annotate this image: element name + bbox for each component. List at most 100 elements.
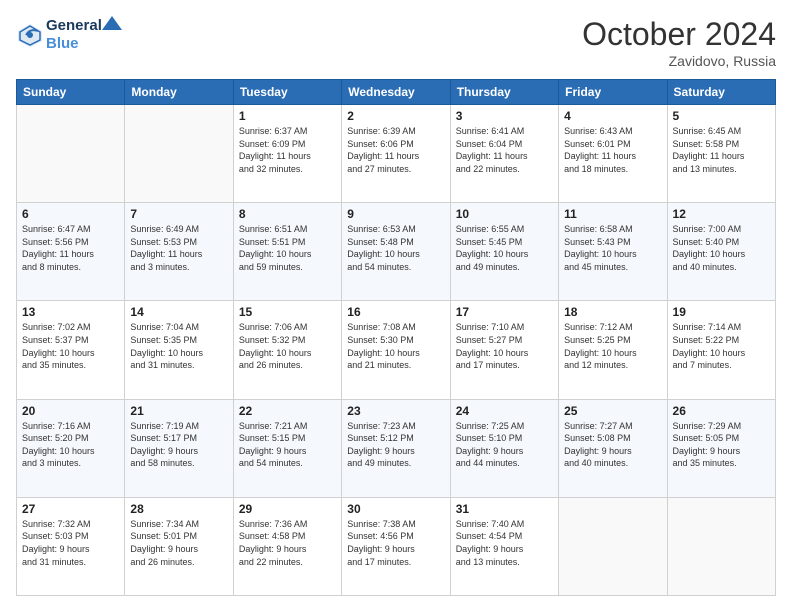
day-info: Sunrise: 6:53 AM Sunset: 5:48 PM Dayligh…: [347, 223, 444, 273]
calendar-cell: 14Sunrise: 7:04 AM Sunset: 5:35 PM Dayli…: [125, 301, 233, 399]
day-info: Sunrise: 6:41 AM Sunset: 6:04 PM Dayligh…: [456, 125, 553, 175]
header: GeneralBlue October 2024 Zavidovo, Russi…: [16, 16, 776, 69]
day-number: 21: [130, 404, 227, 418]
day-info: Sunrise: 6:55 AM Sunset: 5:45 PM Dayligh…: [456, 223, 553, 273]
calendar-cell: 28 Sunrise: 7:34 AM Sunset: 5:01 PM Dayli…: [125, 497, 233, 595]
day-number: 1: [239, 109, 336, 123]
day-number: 8: [239, 207, 336, 221]
calendar-week-row: 1 Sunrise: 6:37 AM Sunset: 6:09 PM Daylig…: [17, 105, 776, 203]
calendar-week-row: 13Sunrise: 7:02 AM Sunset: 5:37 PM Dayli…: [17, 301, 776, 399]
day-info: Sunrise: 7:12 AM Sunset: 5:25 PM Dayligh…: [564, 321, 661, 371]
calendar-cell: [559, 497, 667, 595]
day-number: 2: [347, 109, 444, 123]
calendar-cell: 20 Sunrise: 7:16 AM Sunset: 5:20 PM Dayli…: [17, 399, 125, 497]
day-info: Sunrise: 7:06 AM Sunset: 5:32 PM Dayligh…: [239, 321, 336, 371]
calendar-table: SundayMondayTuesdayWednesdayThursdayFrid…: [16, 79, 776, 596]
day-number: 5: [673, 109, 770, 123]
calendar-cell: 1 Sunrise: 6:37 AM Sunset: 6:09 PM Daylig…: [233, 105, 341, 203]
calendar-week-row: 20 Sunrise: 7:16 AM Sunset: 5:20 PM Dayli…: [17, 399, 776, 497]
day-number: 22: [239, 404, 336, 418]
calendar-cell: 18Sunrise: 7:12 AM Sunset: 5:25 PM Dayli…: [559, 301, 667, 399]
day-number: 7: [130, 207, 227, 221]
day-number: 9: [347, 207, 444, 221]
calendar-cell: 16Sunrise: 7:08 AM Sunset: 5:30 PM Dayli…: [342, 301, 450, 399]
calendar-cell: 24 Sunrise: 7:25 AM Sunset: 5:10 PM Dayli…: [450, 399, 558, 497]
day-info: Sunrise: 6:51 AM Sunset: 5:51 PM Dayligh…: [239, 223, 336, 273]
day-info: Sunrise: 7:16 AM Sunset: 5:20 PM Dayligh…: [22, 420, 119, 470]
day-info: Sunrise: 6:45 AM Sunset: 5:58 PM Dayligh…: [673, 125, 770, 175]
day-header-friday: Friday: [559, 80, 667, 105]
calendar-cell: 10 Sunrise: 6:55 AM Sunset: 5:45 PM Dayli…: [450, 203, 558, 301]
title-block: October 2024 Zavidovo, Russia: [582, 16, 776, 69]
day-info: Sunrise: 7:08 AM Sunset: 5:30 PM Dayligh…: [347, 321, 444, 371]
day-number: 10: [456, 207, 553, 221]
calendar-cell: 7 Sunrise: 6:49 AM Sunset: 5:53 PM Daylig…: [125, 203, 233, 301]
calendar-cell: 22 Sunrise: 7:21 AM Sunset: 5:15 PM Dayli…: [233, 399, 341, 497]
day-number: 27: [22, 502, 119, 516]
calendar-cell: 2Sunrise: 6:39 AM Sunset: 6:06 PM Daylig…: [342, 105, 450, 203]
calendar-cell: 19Sunrise: 7:14 AM Sunset: 5:22 PM Dayli…: [667, 301, 775, 399]
day-number: 24: [456, 404, 553, 418]
day-info: Sunrise: 7:00 AM Sunset: 5:40 PM Dayligh…: [673, 223, 770, 273]
day-header-sunday: Sunday: [17, 80, 125, 105]
day-number: 23: [347, 404, 444, 418]
day-number: 17: [456, 305, 553, 319]
calendar-cell: 3 Sunrise: 6:41 AM Sunset: 6:04 PM Daylig…: [450, 105, 558, 203]
day-info: Sunrise: 7:40 AM Sunset: 4:54 PM Dayligh…: [456, 518, 553, 568]
calendar-cell: 17 Sunrise: 7:10 AM Sunset: 5:27 PM Dayli…: [450, 301, 558, 399]
day-number: 13: [22, 305, 119, 319]
day-info: Sunrise: 7:23 AM Sunset: 5:12 PM Dayligh…: [347, 420, 444, 470]
day-info: Sunrise: 7:25 AM Sunset: 5:10 PM Dayligh…: [456, 420, 553, 470]
calendar-cell: 21Sunrise: 7:19 AM Sunset: 5:17 PM Dayli…: [125, 399, 233, 497]
day-number: 3: [456, 109, 553, 123]
logo-icon: [16, 21, 44, 49]
day-info: Sunrise: 7:34 AM Sunset: 5:01 PM Dayligh…: [130, 518, 227, 568]
day-number: 26: [673, 404, 770, 418]
day-header-saturday: Saturday: [667, 80, 775, 105]
day-number: 12: [673, 207, 770, 221]
calendar-cell: [667, 497, 775, 595]
day-number: 29: [239, 502, 336, 516]
day-header-tuesday: Tuesday: [233, 80, 341, 105]
day-number: 25: [564, 404, 661, 418]
day-info: Sunrise: 7:27 AM Sunset: 5:08 PM Dayligh…: [564, 420, 661, 470]
day-header-wednesday: Wednesday: [342, 80, 450, 105]
day-info: Sunrise: 6:49 AM Sunset: 5:53 PM Dayligh…: [130, 223, 227, 273]
month-title: October 2024: [582, 16, 776, 53]
day-header-thursday: Thursday: [450, 80, 558, 105]
calendar-week-row: 27 Sunrise: 7:32 AM Sunset: 5:03 PM Dayli…: [17, 497, 776, 595]
calendar-cell: 29Sunrise: 7:36 AM Sunset: 4:58 PM Dayli…: [233, 497, 341, 595]
day-number: 14: [130, 305, 227, 319]
page: GeneralBlue October 2024 Zavidovo, Russi…: [0, 0, 792, 612]
calendar-cell: 11 Sunrise: 6:58 AM Sunset: 5:43 PM Dayli…: [559, 203, 667, 301]
calendar-header-row: SundayMondayTuesdayWednesdayThursdayFrid…: [17, 80, 776, 105]
calendar-cell: 6Sunrise: 6:47 AM Sunset: 5:56 PM Daylig…: [17, 203, 125, 301]
day-number: 28: [130, 502, 227, 516]
day-info: Sunrise: 7:10 AM Sunset: 5:27 PM Dayligh…: [456, 321, 553, 371]
calendar-cell: 15Sunrise: 7:06 AM Sunset: 5:32 PM Dayli…: [233, 301, 341, 399]
day-number: 20: [22, 404, 119, 418]
calendar-week-row: 6Sunrise: 6:47 AM Sunset: 5:56 PM Daylig…: [17, 203, 776, 301]
day-info: Sunrise: 7:32 AM Sunset: 5:03 PM Dayligh…: [22, 518, 119, 568]
day-number: 30: [347, 502, 444, 516]
day-info: Sunrise: 6:43 AM Sunset: 6:01 PM Dayligh…: [564, 125, 661, 175]
day-info: Sunrise: 6:58 AM Sunset: 5:43 PM Dayligh…: [564, 223, 661, 273]
day-info: Sunrise: 7:21 AM Sunset: 5:15 PM Dayligh…: [239, 420, 336, 470]
calendar-cell: 12 Sunrise: 7:00 AM Sunset: 5:40 PM Dayli…: [667, 203, 775, 301]
calendar-cell: 31 Sunrise: 7:40 AM Sunset: 4:54 PM Dayli…: [450, 497, 558, 595]
calendar-cell: 25 Sunrise: 7:27 AM Sunset: 5:08 PM Dayli…: [559, 399, 667, 497]
calendar-cell: [17, 105, 125, 203]
day-number: 11: [564, 207, 661, 221]
calendar-cell: 8 Sunrise: 6:51 AM Sunset: 5:51 PM Daylig…: [233, 203, 341, 301]
day-number: 19: [673, 305, 770, 319]
day-number: 31: [456, 502, 553, 516]
logo: GeneralBlue: [16, 16, 122, 53]
calendar-cell: 30 Sunrise: 7:38 AM Sunset: 4:56 PM Dayli…: [342, 497, 450, 595]
location: Zavidovo, Russia: [582, 53, 776, 69]
day-info: Sunrise: 7:38 AM Sunset: 4:56 PM Dayligh…: [347, 518, 444, 568]
calendar-cell: 27 Sunrise: 7:32 AM Sunset: 5:03 PM Dayli…: [17, 497, 125, 595]
day-info: Sunrise: 6:47 AM Sunset: 5:56 PM Dayligh…: [22, 223, 119, 273]
calendar-cell: 26Sunrise: 7:29 AM Sunset: 5:05 PM Dayli…: [667, 399, 775, 497]
day-info: Sunrise: 6:37 AM Sunset: 6:09 PM Dayligh…: [239, 125, 336, 175]
calendar-cell: 9 Sunrise: 6:53 AM Sunset: 5:48 PM Daylig…: [342, 203, 450, 301]
